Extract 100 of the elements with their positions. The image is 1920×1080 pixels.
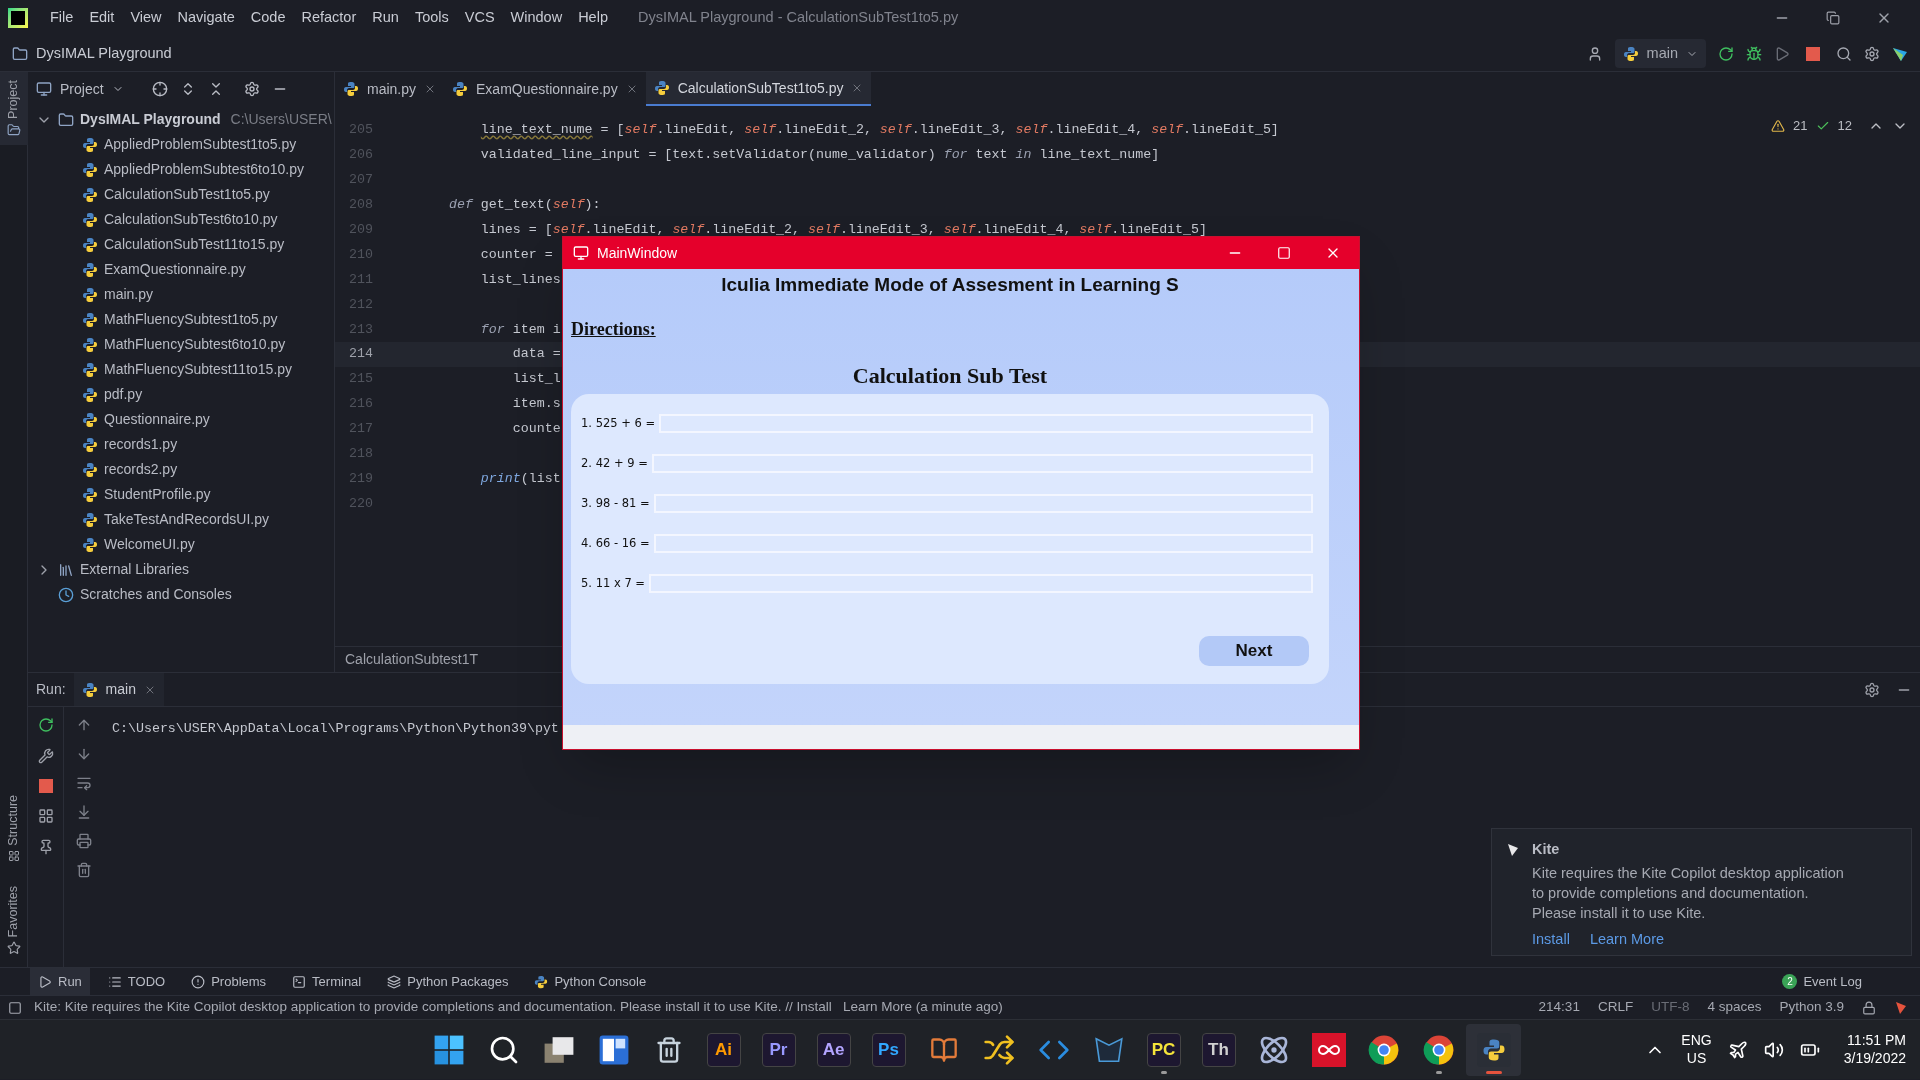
- favorites-tool-button[interactable]: Favorites: [4, 885, 23, 955]
- menu-item[interactable]: Help: [572, 7, 614, 29]
- rerun-icon[interactable]: [1718, 45, 1734, 62]
- volume-icon[interactable]: [1763, 1039, 1784, 1060]
- tree-item[interactable]: Questionnaire.py: [28, 407, 334, 432]
- status-message[interactable]: Kite: Kite requires the Kite Copilot desktop application to provide completions and documentation. Please install it to use Kite. // Install Learn More (a minute ago): [34, 997, 1003, 1018]
- airplane-icon[interactable]: [1727, 1039, 1748, 1060]
- widgets-icon[interactable]: [597, 1033, 630, 1066]
- tree-item[interactable]: records1.py: [28, 432, 334, 457]
- tool-tab[interactable]: Python Console: [526, 968, 655, 995]
- status-item[interactable]: Python 3.9: [1779, 997, 1844, 1018]
- tree-item[interactable]: AppliedProblemSubtest1to5.py: [28, 132, 334, 157]
- tree-item[interactable]: CalculationSubTest1to5.py: [28, 182, 334, 207]
- tree-item[interactable]: MathFluencySubtest11to15.py: [28, 357, 334, 382]
- menu-item[interactable]: Tools: [408, 7, 455, 29]
- tool-tab[interactable]: Python Packages: [379, 968, 517, 995]
- stop-icon[interactable]: [38, 779, 53, 793]
- menu-item[interactable]: Run: [366, 7, 405, 29]
- coverage-icon[interactable]: [1774, 45, 1790, 62]
- status-item[interactable]: 4 spaces: [1707, 997, 1762, 1018]
- app-icon[interactable]: Ae: [816, 1032, 851, 1067]
- kite-icon[interactable]: [1894, 1000, 1908, 1015]
- browser-icon[interactable]: [1422, 1033, 1455, 1066]
- notification-link[interactable]: Install: [1532, 928, 1570, 949]
- menu-item[interactable]: Refactor: [295, 7, 363, 29]
- language-indicator[interactable]: ENG US: [1681, 1032, 1712, 1067]
- books-icon[interactable]: [929, 1035, 958, 1064]
- tree-item[interactable]: main.py: [28, 282, 334, 307]
- search-icon[interactable]: [1836, 45, 1852, 62]
- arrows-icon[interactable]: [982, 1033, 1015, 1066]
- browser-icon[interactable]: [1367, 1033, 1400, 1066]
- tree-item[interactable]: StudentProfile.py: [28, 482, 334, 507]
- app-icon[interactable]: Pr: [761, 1032, 796, 1067]
- scroll-to-end-icon[interactable]: [76, 804, 92, 820]
- infinity-app-icon[interactable]: [1311, 1032, 1346, 1067]
- run-config-dropdown[interactable]: main: [1614, 38, 1706, 69]
- tool-tab[interactable]: Problems: [183, 968, 275, 995]
- menu-item[interactable]: VCS: [458, 7, 501, 29]
- status-item[interactable]: CRLF: [1597, 997, 1634, 1018]
- breadcrumb[interactable]: CalculationSubtest1T: [345, 649, 479, 670]
- tool-tab[interactable]: Run: [30, 968, 90, 995]
- notification-link[interactable]: Learn More: [1589, 928, 1665, 949]
- app-icon[interactable]: Ps: [871, 1032, 906, 1067]
- event-log-button[interactable]: 2 Event Log: [1782, 971, 1862, 992]
- project-view-dropdown[interactable]: Project: [36, 78, 124, 100]
- debug-icon[interactable]: [1746, 45, 1762, 62]
- menu-item[interactable]: File: [44, 7, 80, 29]
- passed-count[interactable]: 12: [1837, 116, 1852, 136]
- editor-tab[interactable]: CalculationSubTest1to5.py: [645, 72, 872, 106]
- tree-item[interactable]: ExamQuestionnaire.py: [28, 257, 334, 282]
- menu-item[interactable]: Navigate: [171, 7, 241, 29]
- menu-item[interactable]: Edit: [83, 7, 121, 29]
- tree-item[interactable]: WelcomeUI.py: [28, 532, 334, 557]
- lock-icon[interactable]: [1862, 1000, 1876, 1015]
- stop-icon[interactable]: [1806, 46, 1820, 61]
- project-tool-button[interactable]: Project: [0, 72, 28, 145]
- status-item[interactable]: 214:31: [1538, 997, 1580, 1018]
- project-name[interactable]: DysIMAL Playground: [36, 42, 172, 65]
- tree-item[interactable]: DysIMAL Playground C:\Users\USER\: [28, 107, 334, 132]
- app-icon[interactable]: Th: [1201, 1032, 1236, 1067]
- tree-item[interactable]: External Libraries: [28, 557, 334, 582]
- menu-item[interactable]: Window: [504, 7, 569, 29]
- plugin-logo[interactable]: [1892, 45, 1908, 62]
- trash-icon[interactable]: [76, 862, 92, 878]
- settings-icon[interactable]: [243, 81, 260, 97]
- editor-tab[interactable]: ExamQuestionnaire.py: [444, 72, 646, 106]
- tree-item[interactable]: records2.py: [28, 457, 334, 482]
- tree-item[interactable]: CalculationSubTest11to15.py: [28, 232, 334, 257]
- rerun-icon[interactable]: [37, 717, 54, 733]
- clock[interactable]: 11:51 PM 3/19/2022: [1843, 1032, 1906, 1067]
- locate-icon[interactable]: [151, 81, 168, 97]
- tool-tab[interactable]: TODO: [99, 968, 174, 995]
- tree-item[interactable]: MathFluencySubtest1to5.py: [28, 307, 334, 332]
- editor-tab[interactable]: main.py: [335, 72, 445, 106]
- recycle-bin-icon[interactable]: [654, 1035, 683, 1064]
- maximize-icon[interactable]: [1277, 246, 1291, 260]
- app-icon[interactable]: PC: [1146, 1032, 1181, 1067]
- settings-icon[interactable]: [1864, 681, 1880, 698]
- tree-item[interactable]: AppliedProblemSubtest6to10.py: [28, 157, 334, 182]
- tree-item[interactable]: CalculationSubTest6to10.py: [28, 207, 334, 232]
- soft-wrap-icon[interactable]: [76, 775, 92, 791]
- windows-start-icon[interactable]: [432, 1033, 465, 1066]
- panel-toggle-icon[interactable]: [8, 1000, 22, 1015]
- warning-count[interactable]: 21: [1793, 116, 1808, 136]
- settings-icon[interactable]: [1864, 45, 1880, 62]
- app-icon[interactable]: Ai: [706, 1032, 741, 1067]
- structure-tool-button[interactable]: Structure: [4, 794, 23, 862]
- menu-item[interactable]: Code: [244, 7, 292, 29]
- restore-icon[interactable]: [1826, 11, 1840, 25]
- wrench-icon[interactable]: [37, 748, 54, 764]
- tool-tab[interactable]: Terminal: [284, 968, 370, 995]
- layout-icon[interactable]: [37, 808, 54, 824]
- tree-item[interactable]: Scratches and Consoles: [28, 582, 334, 607]
- menu-item[interactable]: View: [124, 7, 168, 29]
- console-tab[interactable]: main: [73, 673, 164, 706]
- print-icon[interactable]: [76, 833, 92, 849]
- tree-item[interactable]: pdf.py: [28, 382, 334, 407]
- tree-item[interactable]: TakeTestAndRecordsUI.py: [28, 507, 334, 532]
- next-button[interactable]: Next: [1199, 635, 1309, 666]
- tree-item[interactable]: MathFluencySubtest6to10.py: [28, 332, 334, 357]
